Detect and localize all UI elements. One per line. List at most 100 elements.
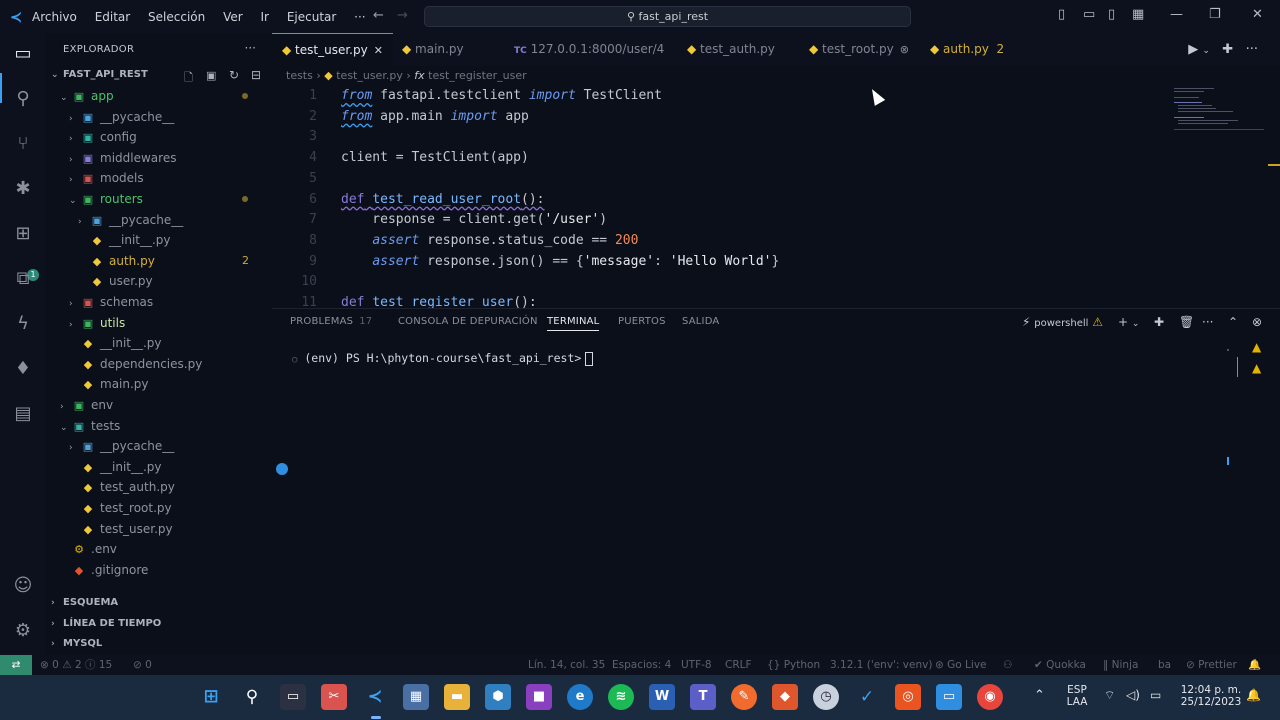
ports-status[interactable]: ⊘ 0 (133, 655, 152, 675)
kill-terminal-icon[interactable]: 🗑 (1179, 315, 1194, 329)
tab-test-auth[interactable]: ◆ test_auth.py (687, 33, 775, 66)
section-mysql[interactable]: › MYSQL (51, 634, 102, 654)
tree-item[interactable]: ◆ __init__.py (78, 230, 265, 250)
vscode-app-icon[interactable]: ≺ (362, 684, 388, 710)
workspace-root[interactable]: ⌄ FAST_API_REST (51, 65, 148, 85)
remote-indicator-icon[interactable]: ⇄ (0, 655, 32, 675)
tree-item[interactable]: › ▣ middlewares (69, 148, 265, 168)
tree-item[interactable]: ◆ test_root.py (69, 498, 265, 518)
terminal-shell-selector[interactable]: ⚡ powershell ⚠ (1022, 315, 1103, 329)
tree-item[interactable]: ◆ test_auth.py (69, 477, 265, 497)
more-actions-icon[interactable]: ··· (245, 41, 256, 55)
minimap[interactable] (1172, 86, 1267, 136)
restore-icon[interactable]: ❐ (1209, 7, 1221, 22)
tree-item[interactable]: ⚙ .env (60, 539, 265, 559)
tab-test-user[interactable]: ◆ test_user.py ✕ (272, 33, 393, 66)
mongodb-icon[interactable]: ♦ (10, 356, 36, 382)
menu-more[interactable]: ··· (354, 10, 365, 24)
close-panel-icon[interactable]: ⊗ (1252, 315, 1262, 329)
zoom-icon[interactable]: ▭ (936, 684, 962, 710)
jetbrains-icon[interactable]: ■ (526, 684, 552, 710)
git-client-icon[interactable]: ◆ (772, 684, 798, 710)
run-debug-icon[interactable]: ✱ (10, 176, 36, 202)
accessibility-icon[interactable]: ⚇ (1003, 655, 1012, 675)
tab-problemas[interactable]: PROBLEMAS 17 (290, 316, 372, 327)
section-linea-tiempo[interactable]: › LÍNEA DE TIEMPO (51, 614, 161, 634)
extensions-icon[interactable]: ⊞ (10, 221, 36, 247)
tree-item[interactable]: › ▣ config (69, 127, 265, 147)
back-arrow-icon[interactable]: ← (373, 8, 384, 23)
tree-item[interactable]: ◆ __init__.py (69, 333, 265, 353)
tab-salida[interactable]: SALIDA (682, 316, 719, 327)
word-icon[interactable]: W (649, 684, 675, 710)
close-tab-icon[interactable]: ✕ (374, 44, 383, 57)
search-icon[interactable]: ⚲ (239, 684, 265, 710)
virtualbox-icon[interactable]: ⬢ (485, 684, 511, 710)
more-actions-icon[interactable]: ··· (1246, 42, 1258, 57)
more-actions-icon[interactable]: ··· (1202, 315, 1213, 329)
settings-gear-icon[interactable]: ⚙ (10, 618, 36, 644)
tab-test-root[interactable]: ◆ test_root.py ⊗ (809, 33, 909, 66)
tab-main[interactable]: ◆ main.py (402, 33, 464, 66)
tab-thunder-client[interactable]: TC 127.0.0.1:8000/user/4 (514, 33, 664, 66)
command-search-box[interactable]: ⚲ fast_api_rest (424, 6, 911, 27)
cursor-position[interactable]: Lín. 14, col. 35 (528, 655, 605, 675)
breadcrumb-folder[interactable]: tests (286, 69, 313, 82)
edge-icon[interactable]: e (567, 684, 593, 710)
new-terminal-icon[interactable]: + ⌄ (1118, 315, 1139, 329)
file-explorer-icon[interactable]: ▬ (444, 684, 470, 710)
menu-editar[interactable]: Editar (95, 10, 131, 24)
wifi-icon[interactable]: ⌔ (1104, 688, 1115, 703)
tree-item[interactable]: › ▣ __pycache__ (78, 210, 265, 230)
remote-explorer-icon[interactable]: ⧉ (10, 266, 36, 292)
tree-item[interactable]: ◆ user.py (78, 271, 265, 291)
source-control-icon[interactable]: ⑂ (10, 131, 36, 157)
menu-seleccion[interactable]: Selección (148, 10, 205, 24)
clock-app-icon[interactable]: ◷ (813, 684, 839, 710)
split-editor-icon[interactable]: ✚ (1222, 42, 1233, 57)
explorer-icon[interactable]: ▭ (10, 41, 36, 67)
visual-studio-icon[interactable]: ✓ (854, 684, 880, 710)
chat-icon[interactable]: ▤ (10, 401, 36, 427)
tree-item[interactable]: › ▣ utils (69, 313, 265, 333)
thunder-client-icon[interactable]: ϟ (10, 311, 36, 337)
tree-item[interactable]: ⌄ ▣ routers (69, 189, 265, 209)
breadcrumb-symbol[interactable]: test_register_user (428, 69, 527, 82)
postman-icon[interactable]: ✎ (731, 684, 757, 710)
tree-item[interactable]: › ▣ __pycache__ (69, 436, 265, 456)
menu-archivo[interactable]: Archivo (32, 10, 77, 24)
layout-icon[interactable]: ▦ (1132, 7, 1144, 22)
run-icon[interactable]: ▶ (1188, 42, 1198, 57)
line-ending[interactable]: CRLF (725, 655, 752, 675)
split-terminal-icon[interactable]: ✚ (1154, 315, 1164, 329)
encoding[interactable]: UTF-8 (681, 655, 712, 675)
tree-item[interactable]: › ▣ env (60, 395, 265, 415)
maximize-panel-icon[interactable]: ⌃ (1228, 315, 1238, 329)
teams-icon[interactable]: T (690, 684, 716, 710)
menu-ir[interactable]: Ir (261, 10, 269, 24)
search-icon[interactable]: ⚲ (10, 86, 36, 112)
close-tab-icon[interactable]: ⊗ (900, 43, 909, 56)
volume-icon[interactable]: ◁) (1126, 688, 1140, 702)
windows-start-icon[interactable]: ⊞ (198, 684, 224, 710)
toggle-panel-icon[interactable]: ▭ (1083, 7, 1095, 22)
tree-item[interactable]: ◆ .gitignore (60, 560, 265, 580)
tab-puertos[interactable]: PUERTOS (618, 316, 666, 327)
input-language[interactable]: ESP LAA (1060, 684, 1094, 708)
ubuntu-icon[interactable]: ◎ (895, 684, 921, 710)
tree-item[interactable]: ⌄ ▣ app (60, 86, 265, 106)
tree-item[interactable]: ⌄ ▣ tests (60, 416, 265, 436)
terminal-prompt[interactable]: ○ (env) PS H:\phyton-course\fast_api_res… (292, 351, 594, 366)
breadcrumb-file[interactable]: test_user.py (336, 69, 403, 82)
indentation[interactable]: Espacios: 4 (612, 655, 671, 675)
close-window-icon[interactable]: ✕ (1252, 7, 1263, 22)
collapse-all-icon[interactable]: ⊟ (251, 68, 261, 82)
spotify-icon[interactable]: ≋ (608, 684, 634, 710)
snipping-tool-icon[interactable]: ✂ (321, 684, 347, 710)
quokka[interactable]: ✔ Quokka (1034, 655, 1086, 675)
language-mode[interactable]: {} Python (767, 655, 820, 675)
tree-item[interactable]: ◆ main.py (69, 374, 265, 394)
tree-item[interactable]: › ▣ models (69, 168, 265, 188)
notifications-icon[interactable]: 🔔 (1248, 655, 1261, 675)
tree-item[interactable]: › ▣ __pycache__ (69, 107, 265, 127)
